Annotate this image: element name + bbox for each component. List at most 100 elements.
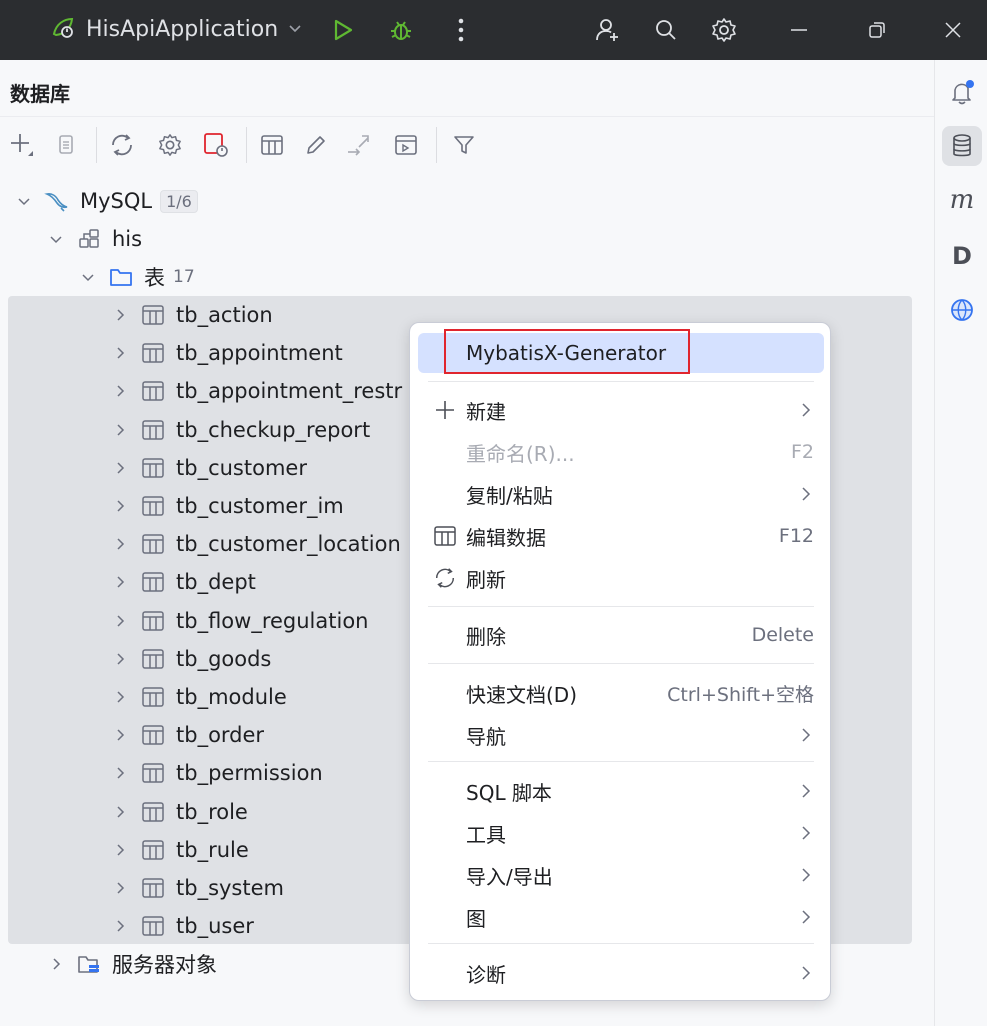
menu-item-rename[interactable]: 重命名(R)... F2: [418, 432, 824, 472]
tree-node-label: MySQL: [80, 189, 153, 213]
chevron-right-icon[interactable]: [110, 766, 130, 780]
table-row[interactable]: tb_user: [110, 907, 254, 945]
search-icon[interactable]: [651, 15, 681, 45]
more-vertical-icon[interactable]: [446, 15, 476, 45]
console-icon[interactable]: [202, 131, 230, 159]
restore-icon[interactable]: [862, 15, 892, 45]
menu-item-label: 工具: [466, 822, 506, 847]
table-row[interactable]: tb_module: [110, 678, 287, 716]
table-row[interactable]: tb_goods: [110, 640, 271, 678]
tree-node-server-objects[interactable]: 服务器对象: [46, 945, 217, 983]
table-row[interactable]: tb_customer: [110, 449, 307, 487]
tree-node-mysql[interactable]: MySQL 1/6: [14, 182, 198, 220]
chevron-right-icon[interactable]: [110, 575, 130, 589]
edit-icon[interactable]: [302, 131, 330, 159]
add-icon: [432, 397, 458, 423]
jump-icon[interactable]: [344, 131, 372, 159]
mybatis-icon[interactable]: m: [942, 180, 982, 220]
chevron-right-icon[interactable]: [110, 499, 130, 513]
table-row[interactable]: tb_role: [110, 793, 248, 831]
chevron-down-icon[interactable]: [78, 270, 98, 284]
run-icon[interactable]: [328, 15, 358, 45]
table-row[interactable]: tb_rule: [110, 831, 249, 869]
menu-item-mybatisx-generator[interactable]: MybatisX-Generator: [418, 333, 824, 373]
table-row[interactable]: tb_order: [110, 716, 264, 754]
add-user-icon[interactable]: [592, 15, 622, 45]
chevron-right-icon[interactable]: [110, 652, 130, 666]
chevron-right-icon: [798, 823, 814, 843]
table-row[interactable]: tb_action: [110, 296, 273, 334]
chevron-right-icon[interactable]: [110, 614, 130, 628]
chevron-down-icon[interactable]: [14, 194, 34, 208]
table-row[interactable]: tb_system: [110, 869, 284, 907]
table-row[interactable]: tb_customer_im: [110, 487, 344, 525]
settings-icon[interactable]: [156, 131, 184, 159]
table-name: tb_rule: [176, 837, 249, 862]
chevron-right-icon[interactable]: [110, 728, 130, 742]
chevron-right-icon[interactable]: [110, 919, 130, 933]
chevron-right-icon: [798, 865, 814, 885]
chevron-right-icon[interactable]: [110, 461, 130, 475]
table-row[interactable]: tb_customer_location: [110, 525, 401, 563]
connection-badge: 1/6: [160, 189, 198, 213]
project-selector[interactable]: HisApiApplication: [50, 14, 302, 44]
menu-item-edit-data[interactable]: 编辑数据 F12: [418, 516, 824, 556]
chevron-right-icon[interactable]: [110, 805, 130, 819]
filter-icon[interactable]: [450, 131, 478, 159]
menu-shortcut: F2: [790, 441, 814, 463]
table-row[interactable]: tb_dept: [110, 563, 256, 601]
copy-icon[interactable]: [52, 131, 80, 159]
minimize-icon[interactable]: [784, 15, 814, 45]
folder-icon: [108, 264, 134, 290]
table-icon[interactable]: [258, 131, 286, 159]
menu-item-refresh[interactable]: 刷新: [418, 558, 824, 598]
web-icon[interactable]: [942, 290, 982, 330]
close-icon[interactable]: [938, 15, 968, 45]
menu-item-copy-paste[interactable]: 复制/粘贴: [418, 474, 824, 514]
menu-item-diagnostics[interactable]: 诊断: [418, 953, 824, 993]
table-icon: [140, 608, 166, 634]
menu-item-label: MybatisX-Generator: [466, 341, 667, 365]
chevron-right-icon[interactable]: [110, 384, 130, 398]
debug-icon[interactable]: [386, 15, 416, 45]
chevron-right-icon[interactable]: [110, 881, 130, 895]
table-icon: [140, 875, 166, 901]
query-console-icon[interactable]: [392, 131, 420, 159]
menu-item-quick-doc[interactable]: 快速文档(D) Ctrl+Shift+空格: [418, 673, 824, 713]
notifications-icon[interactable]: [942, 72, 982, 112]
chevron-right-icon[interactable]: [110, 690, 130, 704]
chevron-right-icon[interactable]: [110, 843, 130, 857]
table-row[interactable]: tb_permission: [110, 754, 323, 792]
chevron-right-icon[interactable]: [110, 346, 130, 360]
menu-item-tools[interactable]: 工具: [418, 813, 824, 853]
menu-item-label: 导航: [466, 724, 506, 749]
refresh-icon: [432, 565, 458, 591]
table-row[interactable]: tb_appointment: [110, 334, 343, 372]
database-icon[interactable]: [942, 126, 982, 166]
menu-item-navigate[interactable]: 导航: [418, 715, 824, 755]
tree-node-his[interactable]: his: [46, 220, 142, 258]
menu-item-delete[interactable]: 删除 Delete: [418, 615, 824, 655]
gear-icon[interactable]: [709, 15, 739, 45]
add-icon[interactable]: [8, 131, 36, 159]
chevron-right-icon[interactable]: [110, 308, 130, 322]
chevron-down-icon: [288, 20, 302, 39]
menu-item-import-export[interactable]: 导入/导出: [418, 855, 824, 895]
table-name: tb_module: [176, 685, 287, 709]
table-name: tb_order: [176, 723, 265, 748]
table-row[interactable]: tb_checkup_report: [110, 411, 370, 449]
chevron-right-icon[interactable]: [110, 537, 130, 551]
tree-node-tables-folder[interactable]: 表 17: [78, 258, 195, 296]
menu-item-diagram[interactable]: 图: [418, 897, 824, 937]
table-name: tb_role: [176, 799, 248, 824]
menu-item-sql-script[interactable]: SQL 脚本: [418, 771, 824, 811]
chevron-down-icon[interactable]: [46, 232, 66, 246]
chevron-right-icon[interactable]: [46, 957, 66, 971]
table-row[interactable]: tb_flow_regulation: [110, 602, 368, 640]
refresh-icon[interactable]: [108, 131, 136, 159]
table-row[interactable]: tb_appointment_restr: [110, 372, 402, 410]
schema-icon: [76, 226, 102, 252]
d-plugin-icon[interactable]: D: [942, 236, 982, 276]
menu-item-new[interactable]: 新建: [418, 390, 824, 430]
chevron-right-icon[interactable]: [110, 423, 130, 437]
